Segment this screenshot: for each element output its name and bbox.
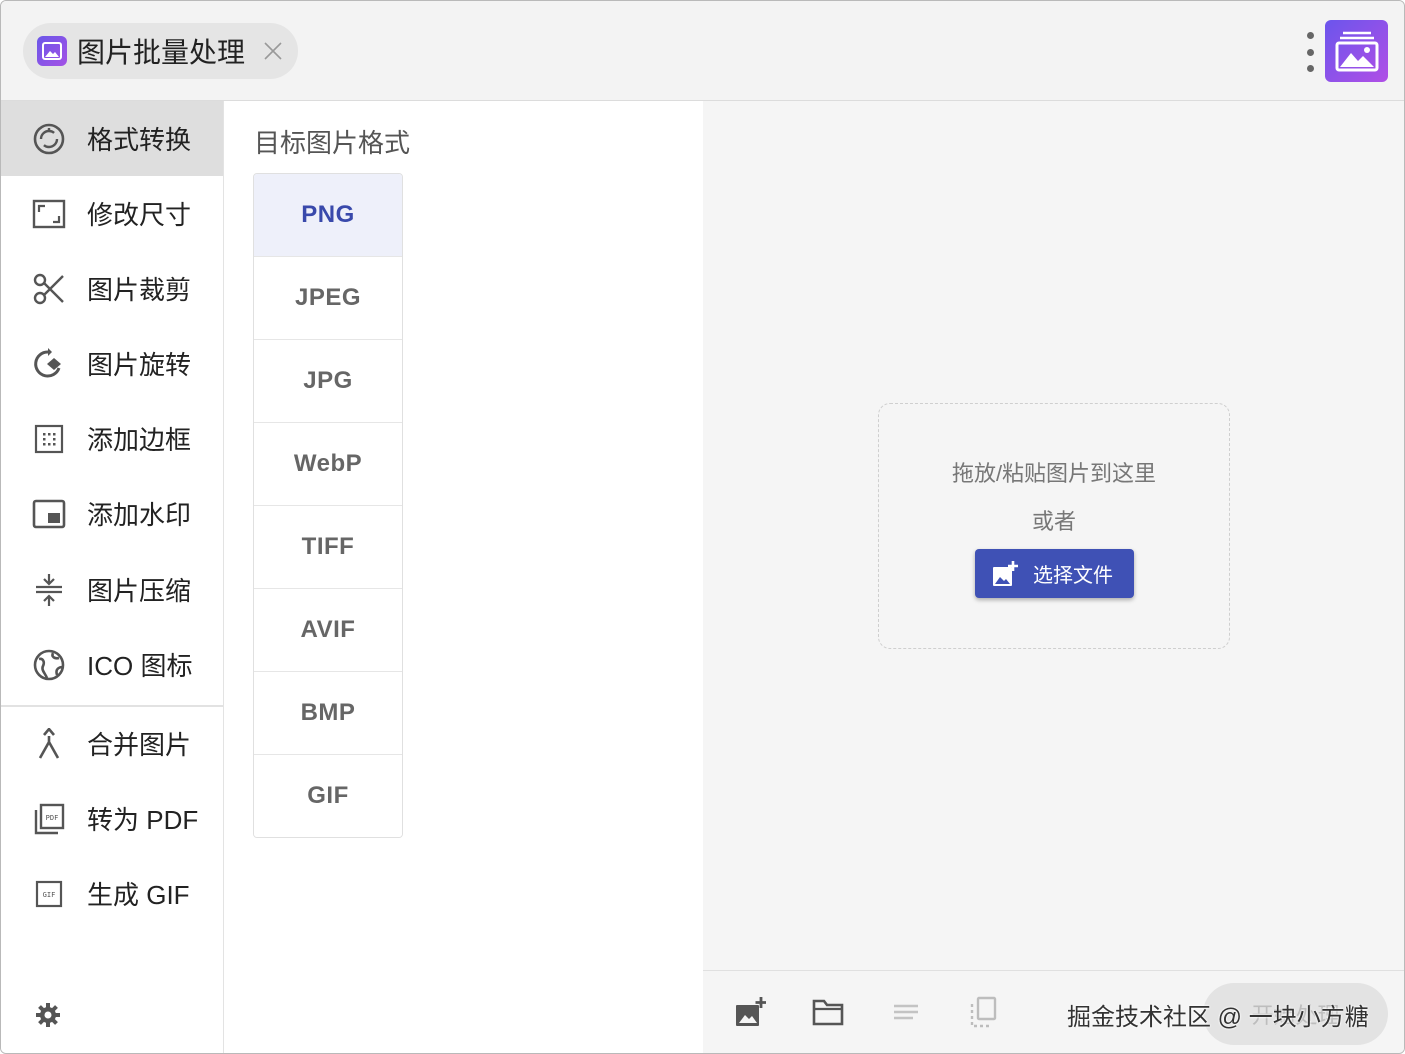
tab-image-batch[interactable]: 图片批量处理 (23, 23, 298, 79)
watermark-icon (32, 497, 66, 531)
merge-icon (32, 727, 66, 761)
choose-file-button[interactable]: 选择文件 (975, 549, 1134, 598)
format-option-bmp[interactable]: BMP (254, 672, 402, 755)
format-list: PNG JPEG JPG WebP TIFF AVIF BMP GIF (253, 173, 403, 838)
app-image-icon (37, 36, 67, 66)
sidebar-item-label: ICO 图标 (87, 651, 193, 681)
format-option-tiff[interactable]: TIFF (254, 506, 402, 589)
panel-title: 目标图片格式 (254, 128, 411, 158)
dropzone-hint: 拖放/粘贴图片到这里 (951, 461, 1157, 486)
sidebar-item-border[interactable]: 添加边框 (1, 401, 223, 476)
format-panel: 目标图片格式 PNG JPEG JPG WebP TIFF AVIF BMP G… (224, 101, 703, 1053)
sidebar-item-label: 格式转换 (87, 125, 192, 155)
sidebar: 格式转换 修改尺寸 图片裁剪 图片旋转 添加边框 添加水印 图片压缩 ICO 图… (1, 101, 224, 1053)
compress-icon (32, 573, 66, 607)
svg-text:PDF: PDF (46, 814, 59, 822)
settings-gear-icon[interactable] (34, 1001, 62, 1029)
tab-title: 图片批量处理 (77, 37, 246, 68)
sidebar-item-label: 添加水印 (87, 500, 192, 530)
sidebar-item-pdf[interactable]: PDF 转为 PDF (1, 781, 223, 856)
gif-icon: GIF (32, 877, 66, 911)
sidebar-item-label: 转为 PDF (87, 805, 199, 835)
svg-text:GIF: GIF (43, 891, 56, 899)
resize-icon (32, 197, 66, 231)
drop-area[interactable]: 拖放/粘贴图片到这里 或者 选择文件 (703, 101, 1404, 970)
list-icon[interactable] (889, 995, 923, 1029)
format-option-jpeg[interactable]: JPEG (254, 257, 402, 340)
sidebar-item-ico[interactable]: ICO 图标 (1, 627, 223, 702)
add-image-icon[interactable] (733, 995, 767, 1029)
sidebar-item-crop[interactable]: 图片裁剪 (1, 251, 223, 326)
pdf-icon: PDF (32, 802, 66, 836)
sidebar-item-watermark[interactable]: 添加水印 (1, 476, 223, 551)
format-option-gif[interactable]: GIF (254, 755, 402, 837)
select-copy-icon[interactable] (966, 995, 1000, 1029)
sidebar-item-label: 生成 GIF (87, 880, 190, 910)
sidebar-item-label: 图片旋转 (87, 350, 192, 380)
sidebar-item-resize[interactable]: 修改尺寸 (1, 176, 223, 251)
sidebar-item-label: 合并图片 (87, 730, 192, 760)
scissors-icon (32, 272, 66, 306)
format-option-png[interactable]: PNG (254, 174, 402, 257)
sidebar-item-label: 图片裁剪 (87, 275, 192, 305)
site-watermark: 掘金技术社区 @ 一块小方糖 (1067, 1004, 1369, 1031)
bottom-toolbar: 开始处理 掘金技术社区 @ 一块小方糖 (703, 970, 1404, 1053)
sidebar-item-merge[interactable]: 合并图片 (1, 706, 223, 781)
more-menu-icon[interactable] (1299, 29, 1321, 75)
format-option-avif[interactable]: AVIF (254, 589, 402, 672)
close-tab-icon[interactable] (259, 37, 287, 65)
add-photo-icon (991, 560, 1019, 588)
app-window: 图片批量处理 格式转换 修改尺寸 图片裁剪 图片旋转 添加边框 添加水印 图片压… (0, 0, 1405, 1054)
sidebar-item-label: 图片压缩 (87, 576, 192, 606)
format-option-jpg[interactable]: JPG (254, 340, 402, 423)
choose-file-label: 选择文件 (1033, 565, 1113, 587)
sidebar-item-compress[interactable]: 图片压缩 (1, 552, 223, 627)
dropzone-or: 或者 (1031, 509, 1076, 534)
app-logo-icon (1325, 20, 1388, 82)
format-option-webp[interactable]: WebP (254, 423, 402, 506)
globe-icon (32, 648, 66, 682)
convert-icon (32, 122, 66, 156)
sidebar-item-rotate[interactable]: 图片旋转 (1, 326, 223, 401)
sidebar-item-label: 修改尺寸 (87, 200, 192, 230)
title-bar: 图片批量处理 (1, 1, 1404, 101)
sidebar-item-label: 添加边框 (87, 425, 192, 455)
rotate-icon (32, 347, 66, 381)
sidebar-item-format-convert[interactable]: 格式转换 (1, 101, 223, 176)
dropzone[interactable]: 拖放/粘贴图片到这里 或者 选择文件 (878, 403, 1230, 649)
border-icon (32, 422, 66, 456)
sidebar-item-gif[interactable]: GIF 生成 GIF (1, 856, 223, 931)
folder-icon[interactable] (811, 995, 845, 1029)
